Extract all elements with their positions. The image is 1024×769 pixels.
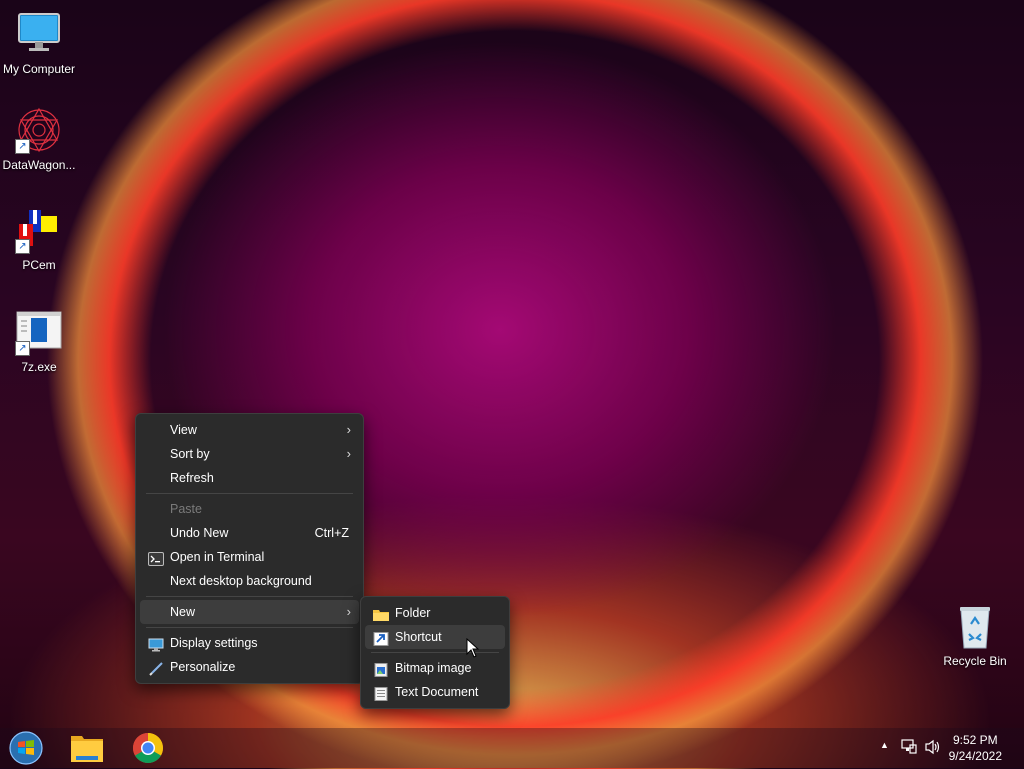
- volume-icon[interactable]: [924, 738, 942, 759]
- new-submenu: Folder Shortcut Bitmap image Text Docume…: [360, 596, 510, 709]
- menu-separator: [146, 493, 353, 494]
- terminal-icon: [148, 550, 164, 566]
- recycle-bin-icon: [951, 602, 999, 650]
- datawagon-icon: ↗: [15, 106, 63, 154]
- shortcut-arrow-icon: ↗: [15, 341, 30, 356]
- chevron-right-icon: ›: [346, 446, 351, 461]
- shortcut-icon: [373, 630, 389, 646]
- menu-item-next-desktop-background[interactable]: Next desktop background: [140, 569, 359, 593]
- start-button[interactable]: [7, 730, 45, 766]
- menu-item-paste: Paste: [170, 502, 202, 516]
- mouse-cursor-icon: [466, 637, 480, 658]
- display-icon: [148, 636, 164, 652]
- desktop-icon-recycle-bin[interactable]: Recycle Bin: [935, 602, 1015, 668]
- bitmap-icon: [373, 661, 389, 677]
- menu-item-new[interactable]: New ›: [140, 600, 359, 624]
- shortcut-arrow-icon: ↗: [15, 239, 30, 254]
- menu-item-personalize[interactable]: Personalize: [140, 655, 359, 679]
- chevron-right-icon: ›: [346, 422, 351, 437]
- text-document-icon: [373, 685, 389, 701]
- menu-item-view[interactable]: View ›: [140, 418, 359, 442]
- menu-item-display-settings[interactable]: Display settings: [140, 631, 359, 655]
- desktop-icon-label: Recycle Bin: [943, 654, 1007, 668]
- clock-time: 9:52 PM: [952, 733, 998, 747]
- menu-item-open-in-terminal[interactable]: Open in Terminal: [140, 545, 359, 569]
- desktop-icon-label: 7z.exe: [21, 360, 57, 374]
- monitor-icon: [15, 10, 63, 58]
- submenu-item-text-document[interactable]: Text Document: [365, 680, 505, 704]
- taskbar: ▲ 9:52 PM 9/24/2022: [0, 728, 1024, 768]
- clock-date: 9/24/2022: [948, 749, 1002, 763]
- desktop-icon-label: My Computer: [2, 62, 76, 76]
- shortcut-hint: Ctrl+Z: [314, 526, 349, 540]
- chevron-right-icon: ›: [346, 604, 351, 619]
- submenu-item-folder[interactable]: Folder: [365, 601, 505, 625]
- file-explorer-button[interactable]: [68, 730, 106, 766]
- shortcut-arrow-icon: ↗: [15, 139, 30, 154]
- folder-icon: [373, 606, 389, 621]
- desktop-icon-7z[interactable]: ↗ 7z.exe: [0, 308, 79, 374]
- brush-icon: [148, 660, 164, 676]
- desktop-icon-pcem[interactable]: ↗ PCem: [0, 206, 79, 272]
- menu-item-refresh[interactable]: Refresh: [140, 466, 359, 490]
- network-icon[interactable]: [900, 738, 918, 759]
- desktop-icon-datawagon[interactable]: ↗ DataWagon...: [0, 106, 79, 172]
- menu-separator: [146, 627, 353, 628]
- show-hidden-icons-button[interactable]: ▲: [880, 740, 889, 750]
- chrome-button[interactable]: [129, 730, 167, 766]
- submenu-item-shortcut[interactable]: Shortcut: [365, 625, 505, 649]
- exe-icon: ↗: [15, 308, 63, 356]
- taskbar-clock[interactable]: 9:52 PM 9/24/2022: [949, 732, 1002, 764]
- desktop-icon-label: DataWagon...: [2, 158, 76, 172]
- desktop-icon-my-computer[interactable]: My Computer: [0, 10, 79, 76]
- submenu-item-bitmap-image[interactable]: Bitmap image: [365, 656, 505, 680]
- system-tray: ▲ 9:52 PM 9/24/2022: [864, 728, 1024, 768]
- menu-item-undo-new[interactable]: Undo New Ctrl+Z: [140, 521, 359, 545]
- menu-item-sort-by[interactable]: Sort by ›: [140, 442, 359, 466]
- desktop-icon-label: PCem: [22, 258, 56, 272]
- menu-separator: [146, 596, 353, 597]
- pcem-icon: ↗: [15, 206, 63, 254]
- desktop-context-menu: View › Sort by › Refresh Paste Undo New …: [135, 413, 364, 684]
